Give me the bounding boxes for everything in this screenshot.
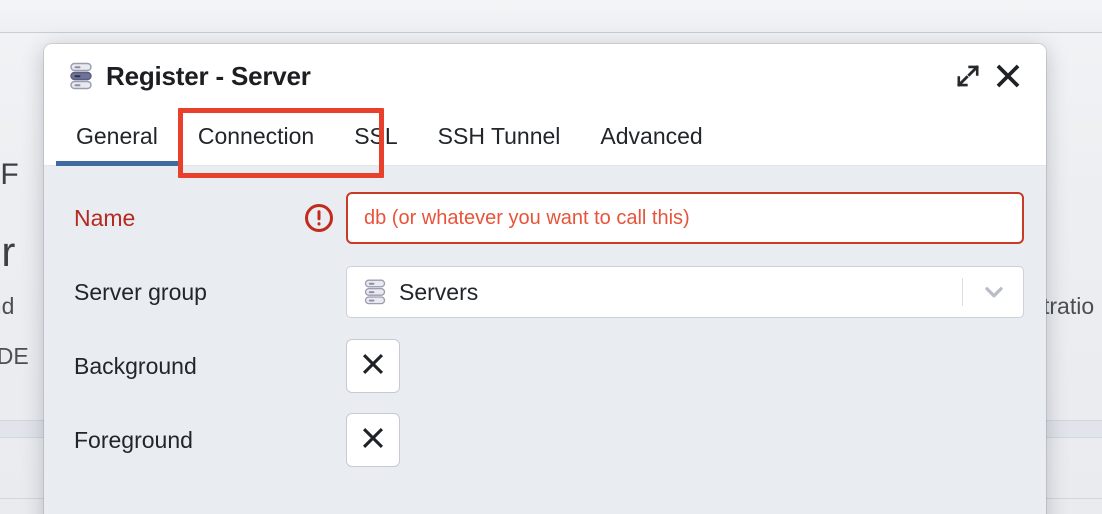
dialog-titlebar: Register - Server [44,44,1046,108]
dialog-form-body: Name db (or whatever you want to call th… [44,166,1046,514]
server-group-value: Servers [399,278,479,305]
form-row-background: Background [44,339,1046,393]
name-input[interactable]: db (or whatever you want to call this) [346,192,1024,244]
error-exclamation-icon [302,203,336,233]
dialog-tabbar: General Connection SSL SSH Tunnel Advanc… [44,108,1046,166]
background-text-fragment: r F [0,158,19,191]
foreground-clear-button[interactable] [346,413,400,467]
tab-label: SSH Tunnel [437,123,561,149]
tab-label: Connection [197,123,315,149]
background-clear-button[interactable] [346,339,400,393]
server-stack-icon [363,279,387,305]
clear-x-icon [360,351,386,382]
name-label: Name [74,204,136,231]
dialog-title: Register - Server [106,60,311,91]
form-row-name: Name db (or whatever you want to call th… [44,192,1046,244]
background-text-fragment: tratio [1043,293,1095,319]
close-icon[interactable] [988,56,1028,96]
tab-general[interactable]: General [56,108,178,166]
tab-connection[interactable]: Connection [178,108,334,165]
tab-label: Advanced [600,123,703,149]
tab-label: General [76,123,158,149]
background-text-fragment: and [0,293,15,319]
background-text-fragment: gr [0,228,16,275]
maximize-icon[interactable] [948,56,988,96]
register-server-dialog: Register - Server General Connection SSL [44,44,1046,514]
clear-x-icon [360,425,386,456]
tab-ssh-tunnel[interactable]: SSH Tunnel [418,108,581,165]
server-stack-icon [68,62,94,90]
chevron-down-icon[interactable] [977,279,1011,305]
background-topbar [0,0,1102,33]
background-text-fragment: , DE [0,343,29,369]
tab-advanced[interactable]: Advanced [580,108,722,165]
tab-ssl[interactable]: SSL [334,108,417,165]
server-group-select[interactable]: Servers [346,266,1024,318]
server-group-label: Server group [74,278,207,305]
form-row-server-group: Server group Servers [44,266,1046,318]
select-divider [962,278,963,306]
tab-label: SSL [354,123,398,149]
foreground-label: Foreground [74,426,193,453]
name-input-placeholder: db (or whatever you want to call this) [364,206,690,229]
background-label: Background [74,352,197,379]
form-row-foreground: Foreground [44,413,1046,467]
